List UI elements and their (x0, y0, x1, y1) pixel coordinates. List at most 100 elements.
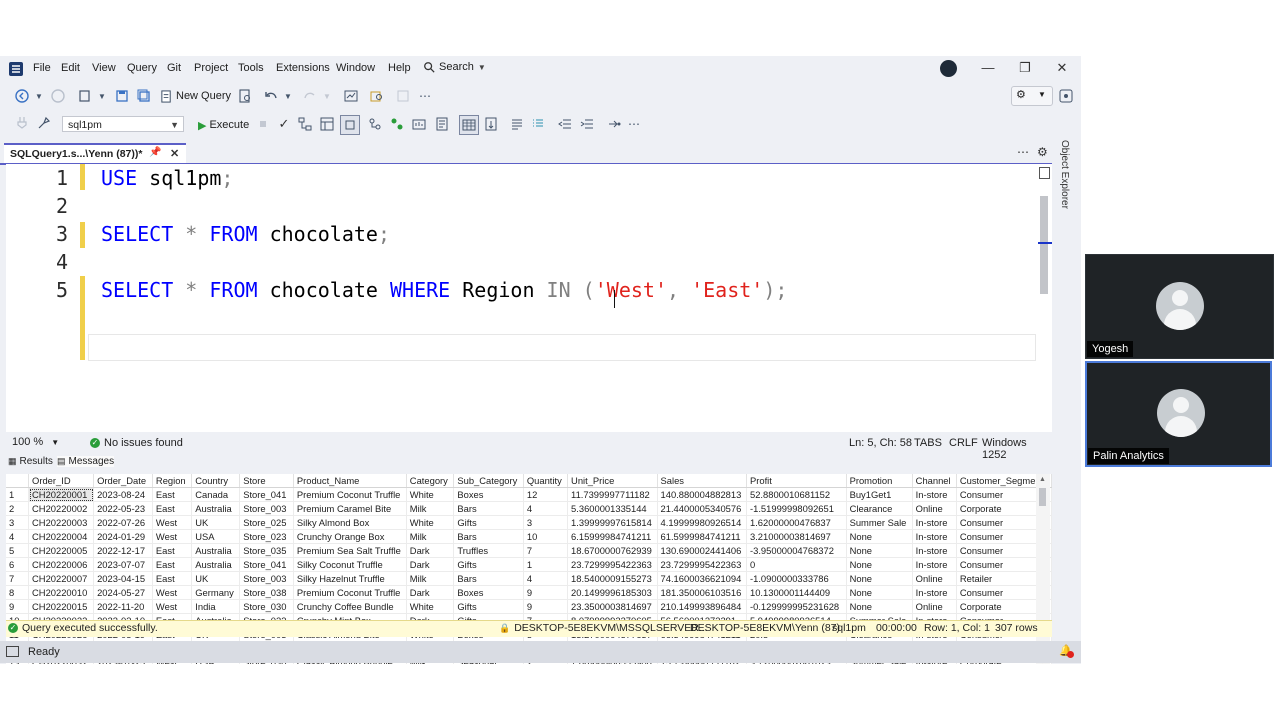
intellisense-toggle-icon[interactable] (340, 115, 360, 135)
new-query-button[interactable]: New Query (160, 87, 231, 105)
row-number-header[interactable] (6, 474, 30, 488)
table-cell[interactable]: 1.39999997615814 (567, 515, 658, 530)
table-cell[interactable]: UK (191, 571, 241, 586)
table-cell[interactable]: Crunchy Orange Box (293, 529, 407, 544)
table-cell[interactable]: West (152, 599, 193, 614)
estimated-plan-icon[interactable] (297, 116, 313, 132)
scroll-up-icon[interactable]: ▲ (1039, 476, 1046, 483)
table-cell[interactable]: Dark (406, 557, 455, 572)
table-cell[interactable]: Milk (406, 501, 455, 516)
table-row[interactable]: 6 CH20220006 2023-07-07 East Australia Store_… (6, 557, 1052, 572)
table-cell[interactable]: Canada (191, 487, 241, 502)
table-cell[interactable]: Store_038 (239, 585, 294, 600)
table-cell[interactable]: East (152, 571, 193, 586)
table-row[interactable]: 1 CH20220001 2023-08-24 East Canada Store_041… (6, 487, 1052, 502)
undo-icon[interactable] (263, 88, 279, 104)
table-cell[interactable]: CH20220015 (28, 599, 95, 614)
minimize-icon[interactable]: — (975, 60, 1001, 78)
table-cell[interactable]: 4.19999980926514 (657, 515, 747, 530)
copilot-icon[interactable] (940, 60, 957, 77)
table-cell[interactable]: Germany (191, 585, 241, 600)
close-icon[interactable]: ✕ (1049, 60, 1075, 78)
table-cell[interactable]: Boxes (453, 487, 524, 502)
chevron-down-icon[interactable]: ▼ (280, 88, 296, 104)
more-options-icon[interactable]: ⋯ (626, 116, 642, 132)
table-cell[interactable]: CH20220002 (28, 501, 95, 516)
table-cell[interactable]: Clearance (846, 501, 913, 516)
table-cell[interactable]: 2023-07-07 (93, 557, 153, 572)
table-cell[interactable]: 52.8800010681152 (746, 487, 847, 502)
menu-file[interactable]: File (33, 62, 51, 74)
new-project-icon[interactable] (77, 88, 93, 104)
table-cell[interactable]: Premium Caramel Bite (293, 501, 407, 516)
table-cell[interactable]: CH20220010 (28, 585, 95, 600)
table-cell[interactable]: 9 (523, 585, 569, 600)
column-header[interactable]: Sales (657, 474, 747, 488)
row-number[interactable]: 8 (6, 585, 30, 600)
table-cell[interactable]: 10 (523, 529, 569, 544)
table-cell[interactable]: -1.51999998092651 (746, 501, 847, 516)
column-header[interactable]: Category (406, 474, 455, 488)
table-cell[interactable]: India (191, 599, 241, 614)
table-cell[interactable]: East (152, 487, 193, 502)
table-cell[interactable]: Premium Coconut Truffle (293, 487, 407, 502)
table-cell[interactable]: Store_030 (239, 599, 294, 614)
search-menu[interactable]: Search ▼ (423, 61, 486, 73)
table-cell[interactable]: 74.1600036621094 (657, 571, 747, 586)
column-header[interactable]: Order_ID (28, 474, 95, 488)
menu-extensions[interactable]: Extensions (276, 62, 330, 74)
table-row[interactable]: 8 CH20220010 2024-05-27 West Germany Store_03… (6, 585, 1052, 600)
table-cell[interactable]: 2022-11-20 (93, 599, 153, 614)
table-cell[interactable]: 11.7399997711182 (567, 487, 658, 502)
table-cell[interactable]: Silky Almond Box (293, 515, 407, 530)
table-cell[interactable]: Truffles (453, 543, 524, 558)
table-cell[interactable]: In-store (912, 543, 957, 558)
column-header[interactable]: Product_Name (293, 474, 407, 488)
menu-view[interactable]: View (92, 62, 116, 74)
column-header[interactable]: Profit (746, 474, 847, 488)
table-cell[interactable]: CH20220004 (28, 529, 95, 544)
table-cell[interactable]: East (152, 543, 193, 558)
table-cell[interactable]: 10.1300001144409 (746, 585, 847, 600)
results-to-grid-icon[interactable] (459, 115, 479, 135)
account-dropdown[interactable]: ⚙ ▼ (1011, 86, 1053, 106)
table-cell[interactable]: CH20220006 (28, 557, 95, 572)
table-cell[interactable]: None (846, 571, 913, 586)
table-cell[interactable]: East (152, 501, 193, 516)
table-cell[interactable]: 0 (746, 557, 847, 572)
table-cell[interactable]: 20.1499996185303 (567, 585, 658, 600)
table-cell[interactable]: Dark (406, 585, 455, 600)
table-cell[interactable]: Premium Sea Salt Truffle (293, 543, 407, 558)
split-icon[interactable] (1039, 167, 1050, 179)
uncomment-icon[interactable] (530, 116, 546, 132)
table-cell[interactable]: UK (191, 515, 241, 530)
table-cell[interactable]: USA (191, 529, 241, 544)
table-cell[interactable]: White (406, 515, 455, 530)
table-cell[interactable]: None (846, 529, 913, 544)
table-cell[interactable]: West (152, 529, 193, 544)
column-header[interactable]: Region (152, 474, 193, 488)
table-cell[interactable]: Dark (406, 543, 455, 558)
increase-indent-icon[interactable] (579, 116, 595, 132)
table-cell[interactable]: Silky Coconut Truffle (293, 557, 407, 572)
table-row[interactable]: 5 CH20220005 2022-12-17 East Australia Store_… (6, 543, 1052, 558)
table-cell[interactable]: 23.7299995422363 (567, 557, 658, 572)
table-cell[interactable]: 6.15999984741211 (567, 529, 658, 544)
table-cell[interactable]: -3.95000004768372 (746, 543, 847, 558)
table-cell[interactable]: 23.3500003814697 (567, 599, 658, 614)
column-header[interactable]: Order_Date (93, 474, 153, 488)
table-cell[interactable]: 21.4400005340576 (657, 501, 747, 516)
feedback-icon[interactable] (1058, 88, 1074, 104)
table-row[interactable]: 7 CH20220007 2023-04-15 East UK Store_003 Silk… (6, 571, 1052, 586)
table-cell[interactable]: 140.880004882813 (657, 487, 747, 502)
results-to-file-icon[interactable] (483, 116, 499, 132)
column-header[interactable]: Promotion (846, 474, 913, 488)
table-cell[interactable]: 2024-05-27 (93, 585, 153, 600)
table-cell[interactable]: Buy1Get1 (846, 487, 913, 502)
table-cell[interactable]: In-store (912, 487, 957, 502)
menu-help[interactable]: Help (388, 62, 411, 74)
table-cell[interactable]: Gifts (453, 557, 524, 572)
gear-icon[interactable]: ⚙ (1037, 145, 1048, 159)
find-in-files-icon[interactable] (369, 88, 385, 104)
table-cell[interactable]: Online (912, 501, 957, 516)
